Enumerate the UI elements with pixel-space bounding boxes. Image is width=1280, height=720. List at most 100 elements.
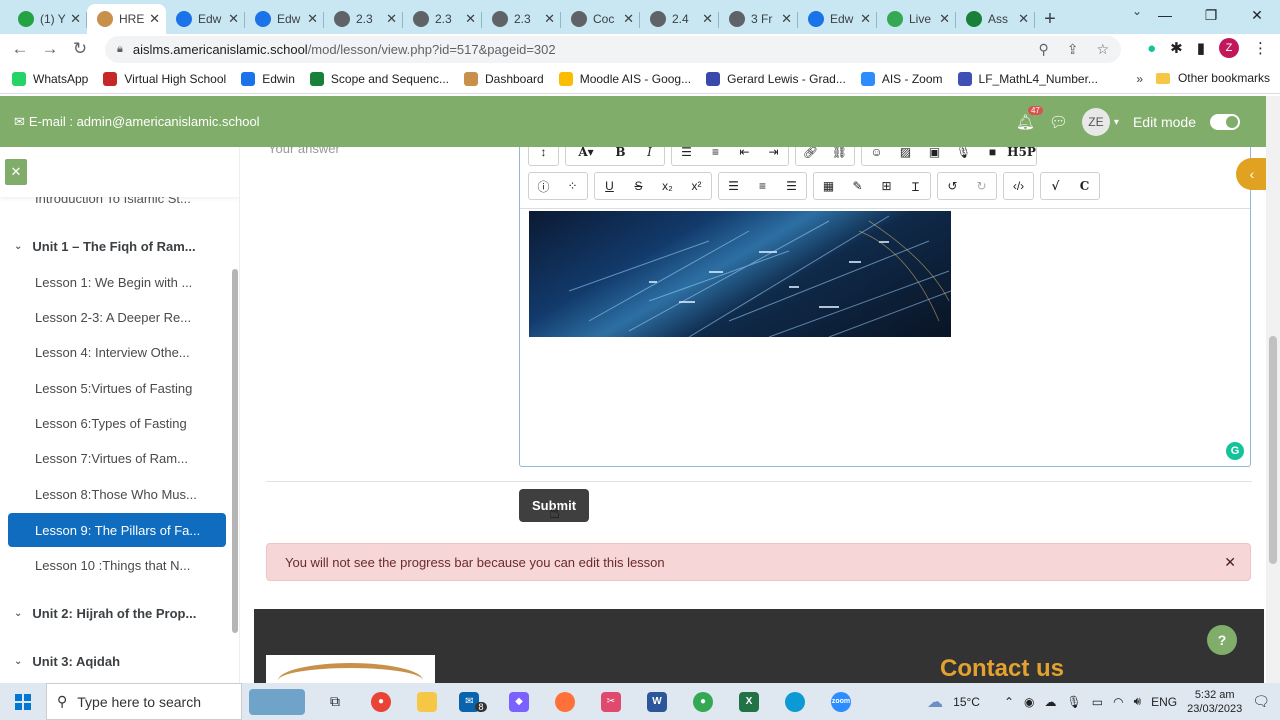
share-icon[interactable]: ⇪ <box>1067 41 1079 58</box>
battery-icon[interactable]: ▭ <box>1092 695 1103 709</box>
bookmark-item[interactable]: Gerard Lewis - Grad... <box>706 71 846 86</box>
close-tab-icon[interactable]: ✕ <box>228 11 239 27</box>
link-icon[interactable]: 🔗︎ <box>796 147 825 165</box>
table-icon[interactable]: ⊞ <box>872 173 901 199</box>
close-tab-icon[interactable]: ✕ <box>386 11 397 27</box>
close-tab-icon[interactable]: ✕ <box>149 11 160 27</box>
volume-icon[interactable]: 🔊︎ <box>1134 694 1142 709</box>
word-icon[interactable]: W <box>634 683 680 720</box>
tray-chevron-icon[interactable]: ⌃ <box>1004 695 1014 709</box>
lesson-item[interactable]: Lesson 10 :Things that N... <box>35 558 190 573</box>
lesson-item[interactable]: Lesson 7:Virtues of Ram... <box>35 451 188 466</box>
page-scrollbar[interactable] <box>1266 96 1280 683</box>
zoom-icon[interactable]: ⚲ <box>1038 41 1048 58</box>
font-color-icon[interactable]: A▾ <box>566 147 606 165</box>
wifi-icon[interactable]: ◠ <box>1113 695 1123 709</box>
browser-tab[interactable]: 2.3 ✕ <box>482 4 561 34</box>
section-unit-3[interactable]: ⌄ Unit 3: Aqidah <box>14 654 120 669</box>
close-alert-icon[interactable]: ✕ <box>1224 554 1236 571</box>
firefox-icon[interactable] <box>542 683 588 720</box>
lesson-item[interactable]: Lesson 1: We Begin with ... <box>35 275 192 290</box>
new-tab-button[interactable]: + <box>1035 4 1065 34</box>
editor-content-area[interactable]: G <box>520 208 1250 466</box>
close-tab-icon[interactable]: ✕ <box>544 11 555 27</box>
redo-icon[interactable]: ↻ <box>967 173 996 199</box>
align-right-icon[interactable]: ☰ <box>777 173 806 199</box>
side-panel-icon[interactable]: ▮ <box>1197 39 1205 57</box>
file-explorer-icon[interactable] <box>404 683 450 720</box>
bullet-list-icon[interactable]: ☰ <box>672 147 701 165</box>
browser-tab[interactable]: Edw ✕ <box>166 4 245 34</box>
equation-icon[interactable]: ▦ <box>814 173 843 199</box>
meet-icon[interactable]: ◉ <box>1024 695 1034 709</box>
browser-tab[interactable]: (1) Y ✕ <box>8 4 87 34</box>
unlink-icon[interactable]: ⛓ <box>825 147 854 165</box>
help-button[interactable]: ? <box>1207 625 1237 655</box>
minimize-button[interactable]: — <box>1142 0 1188 30</box>
zoom-app-icon[interactable]: zoom <box>818 683 864 720</box>
page-scrollbar-thumb[interactable] <box>1269 336 1277 564</box>
outdent-icon[interactable]: ⇤ <box>730 147 759 165</box>
notifications-bell-icon[interactable]: 🔔︎ 47 <box>1016 106 1043 131</box>
bookmark-item[interactable]: AIS - Zoom <box>860 71 943 86</box>
clear-format-icon[interactable]: Ɪ <box>901 173 930 199</box>
browser-tab[interactable]: Edw ✕ <box>245 4 324 34</box>
close-tab-icon[interactable]: ✕ <box>702 11 713 27</box>
bookmark-item[interactable]: Dashboard <box>463 71 544 86</box>
close-tab-icon[interactable]: ✕ <box>860 11 871 27</box>
italic-icon[interactable]: I <box>635 147 664 165</box>
bookmarks-overflow-icon[interactable]: » <box>1136 72 1143 86</box>
reload-button[interactable]: ↻ <box>65 39 95 59</box>
image-icon[interactable]: ▨ <box>891 147 920 165</box>
bookmark-item[interactable]: Moodle AIS - Goog... <box>558 71 691 86</box>
microphone-icon[interactable]: 🎙︎ <box>1067 695 1082 709</box>
browser-tab[interactable]: 2.3 ✕ <box>324 4 403 34</box>
excel-icon[interactable]: X <box>726 683 772 720</box>
browser-tab[interactable]: Edw ✕ <box>798 4 877 34</box>
bold-icon[interactable]: B <box>606 147 635 165</box>
browser-tab[interactable]: Coc ✕ <box>561 4 640 34</box>
close-tab-icon[interactable]: ✕ <box>465 11 476 27</box>
browser-tab[interactable]: 2.3 ✕ <box>403 4 482 34</box>
notifications-center-icon[interactable]: 🗨︎ <box>1252 693 1270 710</box>
record-video-icon[interactable]: ■ <box>978 147 1007 165</box>
browser-tab[interactable]: Live ✕ <box>877 4 956 34</box>
close-drawer-icon[interactable]: ✕ <box>5 159 27 185</box>
task-view-icon[interactable]: ⧉ <box>312 683 358 720</box>
h5p-icon[interactable]: H5P <box>1007 147 1036 165</box>
close-tab-icon[interactable]: ✕ <box>1018 11 1029 27</box>
bookmark-item[interactable]: Edwin <box>241 71 295 86</box>
section-unit-2[interactable]: ⌄ Unit 2: Hijrah of the Prop... <box>14 606 196 621</box>
bookmark-item[interactable]: Scope and Sequenc... <box>309 71 449 86</box>
snipping-tool-icon[interactable]: ✂ <box>588 683 634 720</box>
checkmath-icon[interactable]: √ <box>1041 173 1070 199</box>
bookmark-star-icon[interactable]: ☆ <box>1096 41 1109 58</box>
close-window-button[interactable]: ✕ <box>1234 0 1280 30</box>
emoji-icon[interactable]: ☺ <box>862 147 891 165</box>
address-bar[interactable]: 🔒︎ aislms.americanislamic.school/mod/les… <box>105 36 1121 63</box>
back-button[interactable]: ← <box>5 39 35 59</box>
messages-icon[interactable]: 💬︎ <box>1049 113 1068 131</box>
onedrive-icon[interactable]: ☁ <box>1045 695 1057 709</box>
browser-tab[interactable]: 3 Fr ✕ <box>719 4 798 34</box>
user-avatar[interactable]: ZE <box>1081 108 1110 136</box>
drawer-scrollbar[interactable] <box>232 269 238 633</box>
underline-icon[interactable]: U <box>595 173 624 199</box>
language-indicator[interactable]: ENG <box>1151 695 1177 709</box>
lesson-item[interactable]: Lesson 8:Those Who Mus... <box>35 487 197 502</box>
temperature[interactable]: 15°C <box>953 695 980 709</box>
grammarly-icon[interactable]: G <box>1226 442 1244 460</box>
browser-tab[interactable]: 2.4 ✕ <box>640 4 719 34</box>
mail-icon[interactable]: ✉ 8 <box>450 683 496 720</box>
record-audio-icon[interactable]: 🎙︎ <box>949 147 978 165</box>
edit-mode-toggle[interactable] <box>1210 114 1240 130</box>
lesson-item[interactable]: Lesson 6:Types of Fasting <box>35 416 187 431</box>
bookmark-item[interactable]: Virtual High School <box>103 71 226 86</box>
section-unit-1[interactable]: ⌄ Unit 1 – The Fiqh of Ram... <box>14 239 196 254</box>
search-highlight-icon[interactable] <box>242 683 312 720</box>
lesson-item[interactable]: Lesson 4: Interview Othe... <box>35 345 190 360</box>
close-tab-icon[interactable]: ✕ <box>781 11 792 27</box>
bookmark-item[interactable]: WhatsApp <box>12 71 88 86</box>
edge-icon[interactable] <box>772 683 818 720</box>
chemistry-icon[interactable]: C <box>1070 173 1099 199</box>
